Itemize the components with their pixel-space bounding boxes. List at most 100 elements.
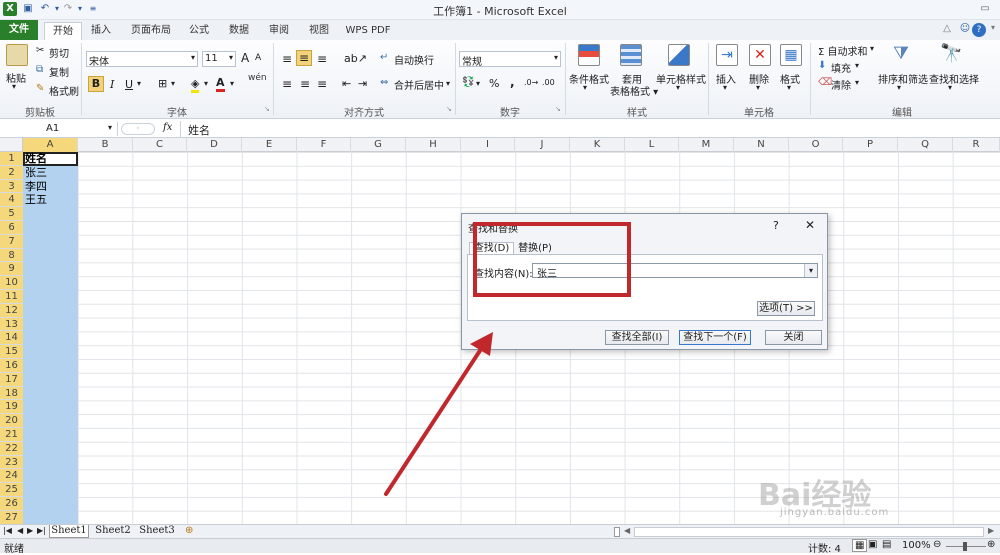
find-all-button[interactable]: 查找全部(I) [605,330,669,345]
ribbon-options-icon[interactable]: ▾ [988,23,998,37]
column-header-e[interactable]: E [242,138,297,152]
column-header-d[interactable]: D [187,138,242,152]
column-header-r[interactable]: R [953,138,1000,152]
row-header[interactable]: 23 [0,455,23,470]
minimize-ribbon-icon[interactable]: △ [940,23,954,37]
row-header[interactable]: 16 [0,359,23,373]
row-header[interactable]: 5 [0,207,23,221]
conditional-format-button[interactable]: 条件格式 [569,71,609,86]
smiley-icon[interactable]: ☺ [958,23,972,37]
column-header-i[interactable]: I [461,138,515,152]
restore-icon[interactable]: ▭ [978,2,992,16]
bold-button[interactable]: B [88,76,104,92]
cell-a2[interactable]: 张三 [25,166,47,180]
tab-data[interactable]: 数据 [224,22,254,40]
tab-formulas[interactable]: 公式 [184,22,214,40]
scroll-left-icon[interactable]: ◀ [624,526,630,535]
tab-view[interactable]: 视图 [304,22,334,40]
dialog-help-button[interactable]: ? [773,219,779,232]
cell-styles-icon[interactable] [668,44,690,66]
tab-page-layout[interactable]: 页面布局 [127,22,175,40]
format-as-table-icon[interactable] [620,44,642,66]
shrink-font-icon[interactable]: A [255,53,261,63]
tab-wps-pdf[interactable]: WPS PDF [343,22,393,40]
wrap-text-button[interactable]: 自动换行 [394,52,434,67]
paste-dropdown-icon[interactable]: ▾ [12,82,16,91]
phonetic-icon[interactable]: wén [248,73,267,83]
row-header[interactable]: 15 [0,345,23,359]
find-select-button[interactable]: 查找和选择 [929,71,979,86]
comma-button[interactable]: , [510,75,515,89]
column-header-f[interactable]: F [297,138,351,152]
sort-filter-button[interactable]: 排序和筛选 [878,71,928,86]
column-header-a[interactable]: A [23,138,78,152]
new-sheet-icon[interactable]: ⊕ [185,525,193,536]
sort-filter-dropdown-icon[interactable]: ▾ [897,83,901,92]
column-header-o[interactable]: O [789,138,843,152]
font-color-dropdown-icon[interactable]: ▾ [230,79,234,88]
format-as-table-label-2[interactable]: 表格格式 ▾ [610,83,658,98]
row-header[interactable]: 12 [0,303,23,318]
normal-view-icon[interactable]: ▦ [852,539,868,552]
merge-center-icon[interactable]: ⇔ [380,77,388,88]
last-sheet-icon[interactable]: ▶| [37,526,46,535]
column-header-h[interactable]: H [406,138,461,152]
alignment-dialog-launcher-icon[interactable]: ↘ [446,105,452,113]
row-header[interactable]: 1 [0,152,23,166]
format-painter-button[interactable]: 格式刷 [49,83,79,98]
align-center-icon[interactable]: ≡ [300,77,310,91]
conditional-format-icon[interactable] [578,44,600,66]
underline-button[interactable]: U [125,78,133,91]
cell-a4[interactable]: 王五 [25,193,47,207]
delete-dropdown-icon[interactable]: ▾ [756,83,760,92]
first-sheet-icon[interactable]: |◀ [3,526,12,535]
find-next-button[interactable]: 查找下一个(F) [679,330,751,345]
column-header-b[interactable]: B [78,138,133,152]
dialog-close-icon[interactable]: ✕ [805,218,815,232]
horizontal-scrollbar[interactable] [634,527,984,537]
font-color-icon[interactable]: A [216,76,225,92]
column-header-j[interactable]: J [515,138,570,152]
borders-dropdown-icon[interactable]: ▾ [171,79,175,88]
scroll-right-icon[interactable]: ▶ [988,526,994,535]
page-layout-view-icon[interactable]: ▣ [868,539,877,550]
row-header[interactable]: 13 [0,317,23,332]
autosum-button[interactable]: Σ 自动求和 [818,43,868,58]
column-header-m[interactable]: M [679,138,734,152]
row-header[interactable]: 25 [0,483,23,497]
clear-button[interactable]: 清除 [831,77,851,92]
zoom-slider-thumb[interactable] [963,542,967,551]
currency-dropdown-icon[interactable]: ▾ [476,79,480,88]
prev-sheet-icon[interactable]: ◀ [17,526,23,535]
row-header[interactable]: 14 [0,331,23,346]
copy-button[interactable]: 复制 [49,64,69,79]
close-button[interactable]: 关闭 [765,330,822,345]
column-header-n[interactable]: N [734,138,789,152]
tab-home[interactable]: 开始 [44,22,82,40]
row-header[interactable]: 18 [0,386,23,401]
zoom-in-icon[interactable]: ⊕ [987,539,995,550]
number-dialog-launcher-icon[interactable]: ↘ [555,105,561,113]
row-header[interactable]: 22 [0,441,23,456]
row-header[interactable]: 10 [0,276,23,290]
currency-icon[interactable]: 💱 [462,77,474,88]
row-header[interactable]: 17 [0,372,23,387]
row-header[interactable]: 4 [0,193,23,208]
next-sheet-icon[interactable]: ▶ [27,526,33,535]
cut-icon[interactable]: ✂ [36,45,44,56]
fill-color-dropdown-icon[interactable]: ▾ [204,79,208,88]
insert-cells-icon[interactable]: ⇥ [716,44,738,66]
delete-cells-icon[interactable]: ✕ [749,44,771,66]
align-bottom-icon[interactable]: ≡ [317,52,327,66]
increase-indent-icon[interactable]: ⇥ [358,77,367,90]
column-a-selection[interactable] [23,152,78,524]
column-header-c[interactable]: C [133,138,187,152]
number-format-select[interactable]: 常规 ▾ [459,51,561,68]
row-header[interactable]: 6 [0,221,23,235]
row-header[interactable]: 3 [0,179,23,194]
row-header[interactable]: 11 [0,290,23,304]
underline-dropdown-icon[interactable]: ▾ [137,79,141,88]
cell-styles-button[interactable]: 单元格样式 [656,71,706,86]
formula-input[interactable]: 姓名 [188,122,210,138]
align-right-icon[interactable]: ≡ [317,77,327,91]
